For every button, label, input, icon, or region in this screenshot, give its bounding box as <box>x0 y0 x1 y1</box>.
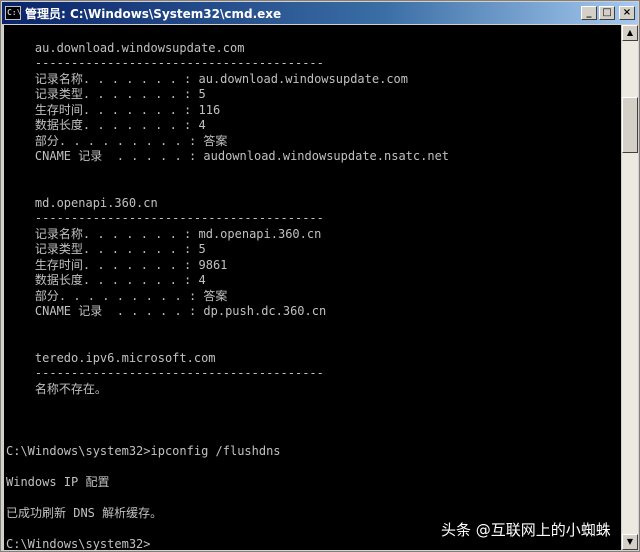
console-line: Windows IP 配置 <box>6 474 110 489</box>
close-button[interactable]: × <box>619 6 635 20</box>
console-line: C:\Windows\system32>ipconfig /flushdns <box>6 443 281 458</box>
console-line: 数据长度. . . . . . . : 4 <box>6 118 206 132</box>
watermark-text: 头条 @互联网上的小蜘蛛 <box>441 521 611 539</box>
console-line: CNAME 记录 . . . . . : dp.push.dc.360.cn <box>6 304 327 318</box>
window-controls: _ □ × <box>581 6 635 20</box>
scroll-up-arrow-icon[interactable]: ▲ <box>622 25 638 41</box>
console-line: 生存时间. . . . . . . : 9861 <box>6 257 228 272</box>
console-line: CNAME 记录 . . . . . : audownload.windowsu… <box>6 149 450 163</box>
console-line: 生存时间. . . . . . . : 116 <box>6 102 221 117</box>
console-line: teredo.ipv6.microsoft.com <box>6 350 216 365</box>
console-line: md.openapi.360.cn <box>6 195 158 210</box>
window-title: 管理员: C:\Windows\System32\cmd.exe <box>25 6 282 21</box>
console-line: 部分. . . . . . . . . : 答案 <box>6 288 228 303</box>
console-line: ---------------------------------------- <box>6 211 324 225</box>
console-line: ---------------------------------------- <box>6 56 324 70</box>
console-line: 记录名称. . . . . . . : md.openapi.360.cn <box>6 226 322 241</box>
cmd-window: C:\ 管理员: C:\Windows\System32\cmd.exe _ □… <box>0 0 640 552</box>
title-bar[interactable]: C:\ 管理员: C:\Windows\System32\cmd.exe _ □… <box>2 2 638 24</box>
console-line: C:\Windows\system32> <box>6 536 151 551</box>
minimize-button[interactable]: _ <box>581 6 597 20</box>
maximize-button[interactable]: □ <box>599 6 615 20</box>
scrollbar-thumb[interactable] <box>622 97 638 153</box>
console-line: 记录名称. . . . . . . : au.download.windowsu… <box>6 71 409 86</box>
console-output[interactable]: au.download.windowsupdate.com ----------… <box>4 25 621 550</box>
console-line: 名称不存在。 <box>6 381 107 396</box>
console-line: 已成功刷新 DNS 解析缓存。 <box>6 505 163 520</box>
console-line: 记录类型. . . . . . . : 5 <box>6 242 206 256</box>
cmd-icon[interactable]: C:\ <box>5 6 21 20</box>
scroll-down-arrow-icon[interactable]: ▼ <box>622 534 638 550</box>
console-line: au.download.windowsupdate.com <box>6 40 245 55</box>
console-line: 数据长度. . . . . . . : 4 <box>6 273 206 287</box>
console-line: 部分. . . . . . . . . : 答案 <box>6 133 228 148</box>
console-line: ---------------------------------------- <box>6 366 324 380</box>
console-line: 记录类型. . . . . . . : 5 <box>6 87 206 101</box>
vertical-scrollbar[interactable]: ▲ ▼ <box>622 25 638 550</box>
